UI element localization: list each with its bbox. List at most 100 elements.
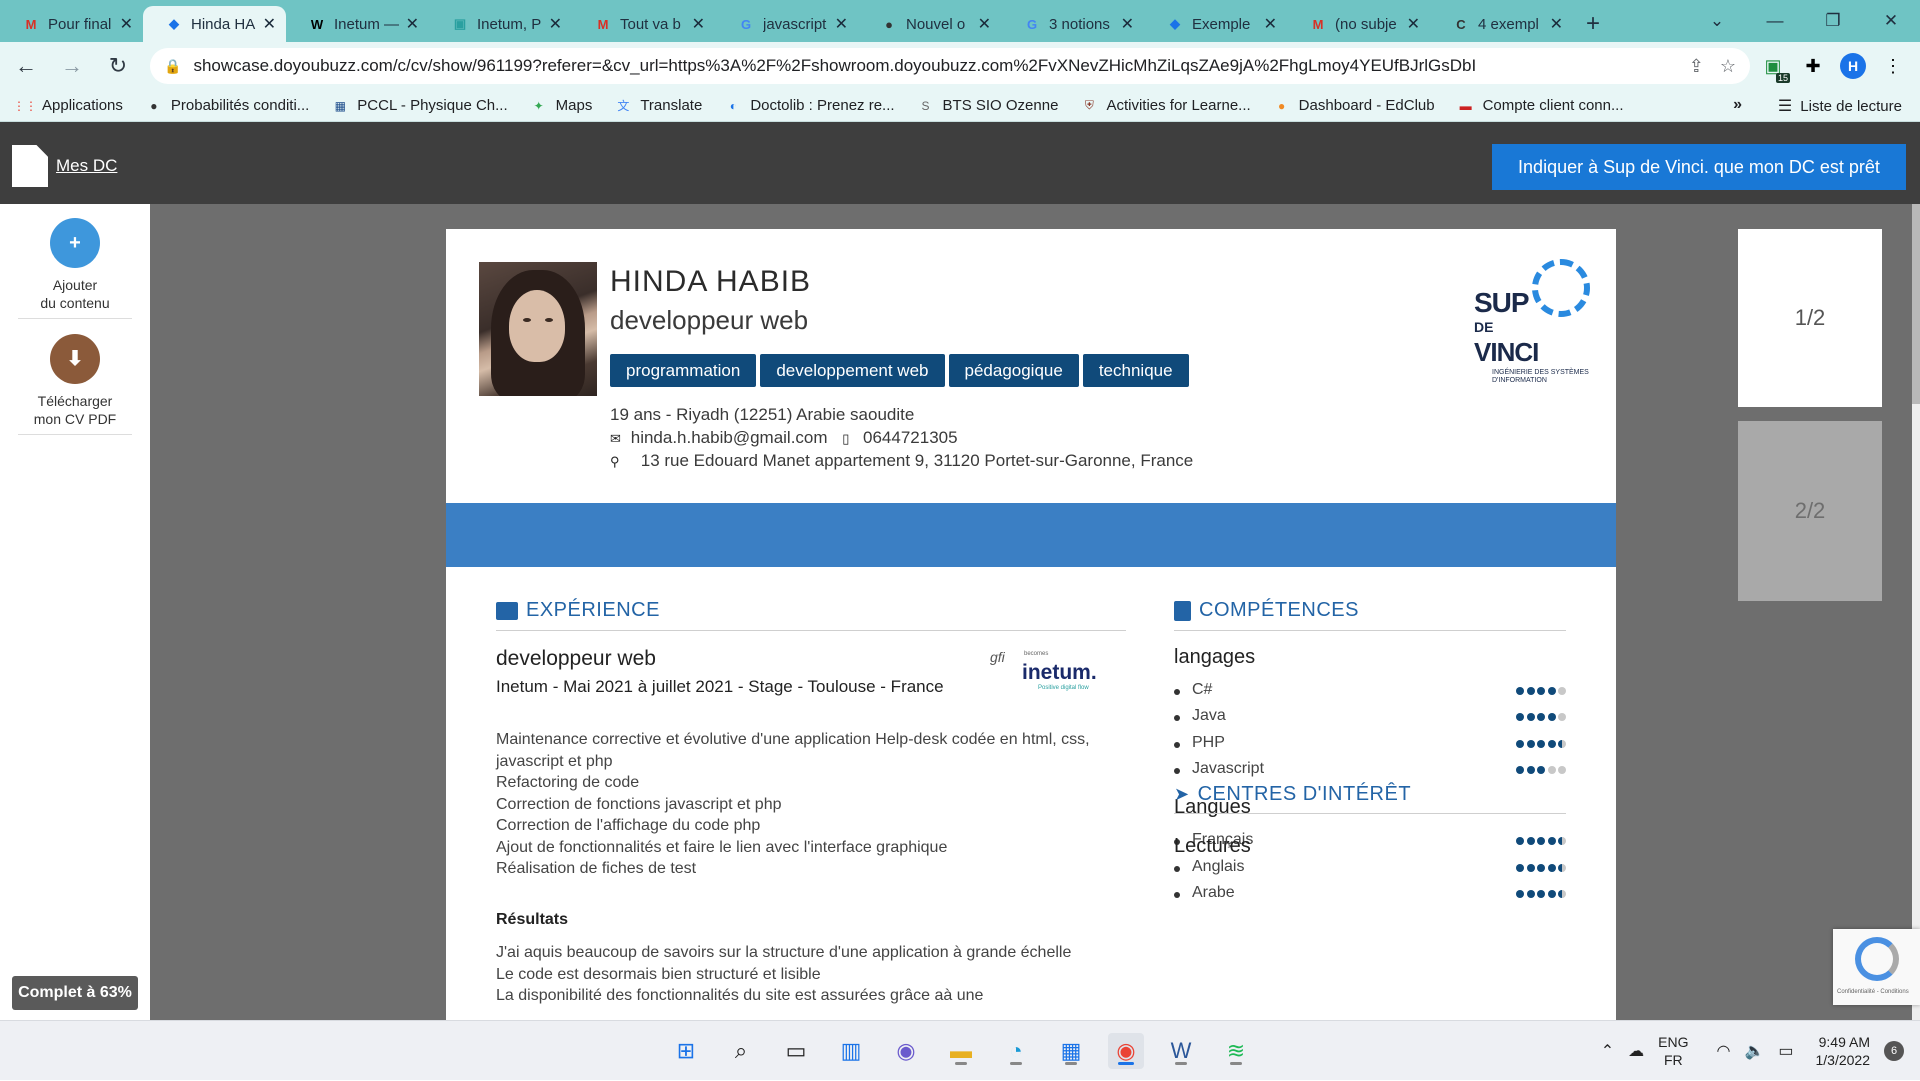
account-icon: ▬ [1459, 98, 1472, 113]
extensions-puzzle-icon[interactable]: ✚ [1796, 49, 1830, 83]
browser-tab[interactable]: ◆ Hinda HA ✕ [143, 6, 286, 42]
scrollbar[interactable] [1912, 204, 1920, 1020]
bookmark-star-icon[interactable]: ☆ [1720, 56, 1736, 77]
recaptcha-badge[interactable]: Confidentialité - Conditions [1833, 929, 1920, 1005]
close-tab-icon[interactable]: ✕ [1550, 14, 1563, 34]
add-content-button[interactable]: + Ajouter du contenu [18, 218, 132, 312]
chevron-up-icon[interactable]: ⌃ [1601, 1041, 1614, 1061]
clock[interactable]: 9:49 AM 1/3/2022 [1816, 1033, 1871, 1069]
spotify-icon[interactable]: ≋ [1218, 1033, 1254, 1069]
close-tab-icon[interactable]: ✕ [692, 14, 705, 34]
url-text[interactable]: showcase.doyoubuzz.com/c/cv/show/961199?… [193, 56, 1672, 76]
logo-becomes: becomes [1024, 651, 1049, 657]
browser-tab[interactable]: M (no subje ✕ [1287, 6, 1430, 42]
share-icon[interactable]: ⇪ [1689, 56, 1704, 77]
browser-menu-icon[interactable]: ⋮ [1876, 49, 1910, 83]
skill-name: C# [1192, 681, 1213, 698]
reading-list-button[interactable]: ☰ Liste de lecture [1778, 90, 1902, 122]
browser-tab[interactable]: M Tout va b ✕ [572, 6, 715, 42]
more-bookmarks-button[interactable]: » [1733, 96, 1742, 114]
bookmark-label: Dashboard - EdClub [1298, 97, 1435, 114]
close-tab-icon[interactable]: ✕ [549, 14, 562, 34]
skill-dot [1558, 837, 1566, 846]
bookmark-item[interactable]: ▦ PCCL - Physique Ch... [331, 97, 508, 115]
bookmark-item[interactable]: ✦ Maps [530, 97, 593, 115]
ready-button[interactable]: Indiquer à Sup de Vinci. que mon DC est … [1492, 144, 1906, 190]
document-icon[interactable] [12, 145, 48, 187]
widgets-icon[interactable]: ▥ [833, 1033, 869, 1069]
battery-icon[interactable]: ▭ [1778, 1041, 1793, 1061]
search-icon[interactable]: ⌕ [723, 1033, 759, 1069]
bookmark-item[interactable]: ⋮⋮ Applications [13, 97, 123, 115]
browser-tab[interactable]: ● Nouvel o ✕ [858, 6, 1001, 42]
bookmark-item[interactable]: ● Dashboard - EdClub [1273, 97, 1435, 115]
maps-icon: ✦ [533, 98, 544, 113]
address-line: ⚲ 13 rue Edouard Manet appartement 9, 31… [610, 451, 1193, 471]
browser-tab[interactable]: M Pour final ✕ [0, 6, 143, 42]
bookmark-label: Compte client conn... [1482, 97, 1624, 114]
forward-icon[interactable]: → [52, 46, 92, 86]
close-tab-icon[interactable]: ✕ [1264, 14, 1277, 34]
email[interactable]: hinda.h.habib@gmail.com [631, 428, 828, 447]
skill-dot [1526, 837, 1535, 846]
word-icon[interactable]: W [1163, 1033, 1199, 1069]
close-tab-icon[interactable]: ✕ [1121, 14, 1134, 34]
tab-title: Nouvel o [906, 15, 966, 33]
maximize-button[interactable]: ❐ [1804, 0, 1862, 42]
gmail-icon: M [597, 16, 609, 32]
store-icon[interactable]: ▦ [1053, 1033, 1089, 1069]
extension-icon[interactable]: ▣ 15 [1756, 49, 1790, 83]
language-indicator[interactable]: ENG FR [1658, 1033, 1688, 1069]
bookmark-item[interactable]: 文 Translate [614, 97, 702, 115]
reload-icon[interactable]: ↻ [98, 46, 138, 86]
browser-tab[interactable]: Gjavascript ✕ [715, 6, 858, 42]
task-view-icon[interactable]: ▭ [778, 1033, 814, 1069]
start-icon[interactable]: ⊞ [668, 1033, 704, 1069]
browser-tab[interactable]: W Inetum — ✕ [286, 6, 429, 42]
bookmark-label: Maps [555, 97, 593, 114]
close-tab-icon[interactable]: ✕ [1407, 14, 1420, 34]
new-tab-button[interactable]: + [1573, 6, 1613, 42]
close-tab-icon[interactable]: ✕ [978, 14, 991, 34]
volume-icon[interactable]: 🔈 [1744, 1041, 1764, 1061]
wifi-icon[interactable]: ◠ [1716, 1041, 1730, 1061]
page-thumbnail-1[interactable]: 1/2 [1738, 229, 1882, 407]
notification-count[interactable]: 6 [1884, 1041, 1904, 1061]
scrollbar-thumb[interactable] [1912, 204, 1920, 404]
lock-icon[interactable]: 🔒 [164, 58, 181, 75]
bookmark-item[interactable]: ▬ Compte client conn... [1457, 97, 1624, 115]
edge-icon[interactable]: ◔ [998, 1033, 1034, 1069]
bookmark-item[interactable]: ⛨ Activities for Learne... [1080, 97, 1251, 115]
back-icon[interactable]: ← [6, 46, 46, 86]
address-bar[interactable]: 🔒 showcase.doyoubuzz.com/c/cv/show/96119… [150, 48, 1750, 84]
close-tab-icon[interactable]: ✕ [835, 14, 848, 34]
bookmark-item[interactable]: S BTS SIO Ozenne [917, 97, 1059, 115]
cv-tag: pédagogique [948, 354, 1079, 387]
file-explorer-icon[interactable]: ▬ [943, 1033, 979, 1069]
browser-tab[interactable]: ▣ Inetum, P ✕ [429, 6, 572, 42]
browser-tab[interactable]: G 3 notions ✕ [1001, 6, 1144, 42]
browser-tab[interactable]: ◆ Exemple ✕ [1144, 6, 1287, 42]
chrome-icon[interactable]: ◉ [1108, 1033, 1144, 1069]
cv-workspace: HINDA HABIB developpeur web programmatio… [150, 204, 1920, 1020]
download-pdf-button[interactable]: ⬇ Télécharger mon CV PDF [18, 334, 132, 428]
lang-top: ENG [1658, 1034, 1689, 1050]
close-tab-icon[interactable]: ✕ [263, 14, 276, 34]
my-dc-link[interactable]: Mes DC [56, 156, 117, 176]
browser-tab[interactable]: C 4 exempl ✕ [1430, 6, 1573, 42]
profile-button[interactable]: H [1836, 49, 1870, 83]
bookmark-item[interactable]: ◐ Doctolib : Prenez re... [724, 97, 895, 115]
bookmark-item[interactable]: ● Probabilités conditi... [145, 97, 309, 115]
minimize-button[interactable]: — [1746, 0, 1804, 42]
cloud-icon[interactable]: ☁ [1628, 1041, 1644, 1061]
page-thumbnail-2[interactable]: 2/2 [1738, 421, 1882, 601]
close-tab-icon[interactable]: ✕ [120, 14, 133, 34]
wikipedia-icon: W [310, 16, 324, 32]
close-tab-icon[interactable]: ✕ [406, 14, 419, 34]
chat-icon[interactable]: ◉ [888, 1033, 924, 1069]
experience-heading-label: EXPÉRIENCE [526, 599, 660, 621]
close-window-button[interactable]: ✕ [1862, 0, 1920, 42]
recaptcha-links[interactable]: Confidentialité - Conditions [1837, 989, 1909, 995]
tab-search-icon[interactable]: ⌄ [1688, 0, 1746, 42]
results-heading: Résultats [496, 911, 569, 928]
